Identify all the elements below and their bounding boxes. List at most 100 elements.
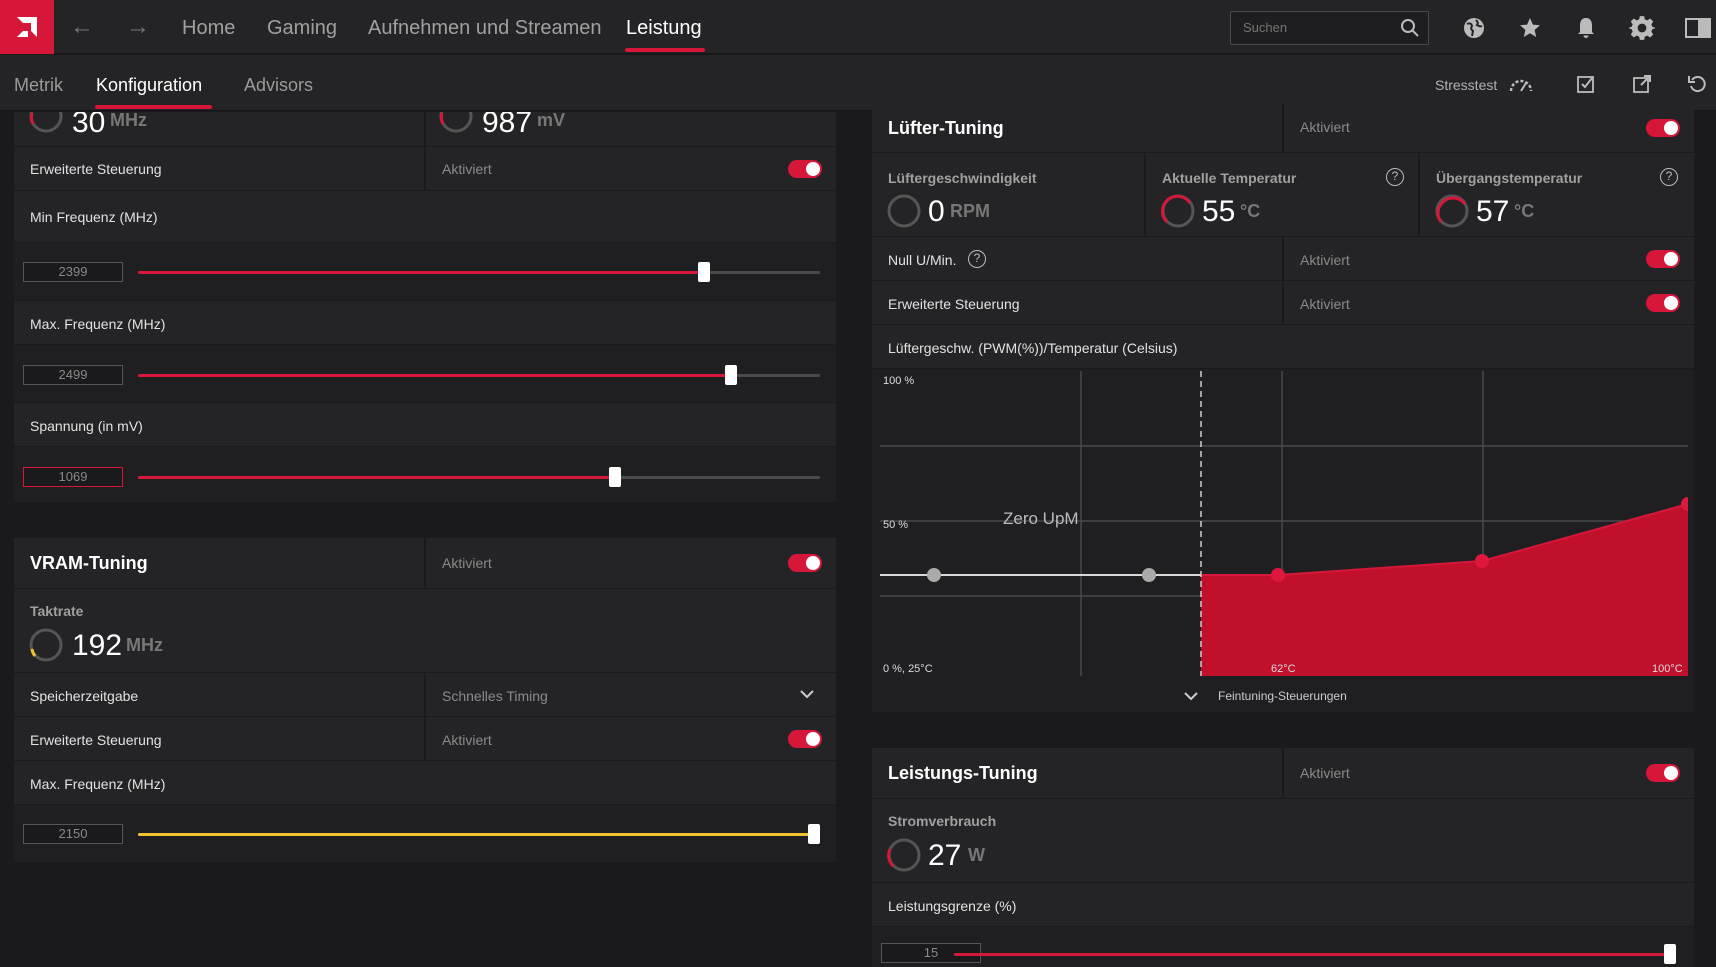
- voltage-input[interactable]: 1069: [23, 467, 123, 487]
- divider: [1282, 237, 1284, 281]
- help-icon[interactable]: ?: [1386, 168, 1404, 186]
- apply-changes-icon[interactable]: [1573, 71, 1599, 97]
- max-freq-input[interactable]: 2499: [23, 365, 123, 385]
- power-limit-slider-thumb[interactable]: [1664, 944, 1676, 964]
- curve-point-2[interactable]: [1142, 568, 1156, 582]
- reset-icon[interactable]: [1684, 71, 1710, 97]
- nav-gaming[interactable]: Gaming: [267, 17, 337, 40]
- chart-x-max-label: 100°C: [1652, 663, 1683, 675]
- max-freq-label-row: Max. Frequenz (MHz): [14, 300, 836, 344]
- amd-logo-icon[interactable]: [0, 0, 54, 54]
- max-freq-slider-thumb[interactable]: [725, 365, 738, 385]
- nav-record-stream[interactable]: Aufnehmen und Streamen: [368, 17, 602, 40]
- min-freq-slider[interactable]: [138, 262, 820, 282]
- search-icon[interactable]: [1400, 18, 1420, 43]
- tab-advisors[interactable]: Advisors: [244, 75, 313, 96]
- fan-tuning-toggle[interactable]: [1646, 119, 1680, 137]
- export-icon[interactable]: [1629, 71, 1655, 97]
- zero-rpm-toggle[interactable]: [1646, 250, 1680, 268]
- curve-point-4[interactable]: [1475, 554, 1489, 568]
- fine-tuning-controls-link[interactable]: Feintuning-Steuerungen: [1218, 689, 1347, 703]
- gpu-metrics-row: 30 MHz 987 mV: [14, 112, 836, 146]
- star-icon[interactable]: [1516, 14, 1544, 42]
- power-limit-label: Leistungsgrenze (%): [888, 898, 1017, 914]
- nav-performance[interactable]: Leistung: [626, 17, 702, 40]
- voltage-label-row: Spannung (in mV): [14, 402, 836, 446]
- vram-tuning-toggle[interactable]: [788, 554, 822, 572]
- nav-home[interactable]: Home: [182, 17, 235, 40]
- voltage-slider-thumb[interactable]: [609, 467, 622, 487]
- vram-max-freq-slider-thumb[interactable]: [808, 824, 820, 844]
- tab-metrics[interactable]: Metrik: [14, 75, 63, 96]
- vram-max-freq-label: Max. Frequenz (MHz): [30, 776, 166, 792]
- forward-arrow-icon[interactable]: →: [124, 13, 152, 41]
- max-freq-slider-row: 2499: [14, 344, 836, 402]
- divider: [424, 112, 426, 146]
- vram-max-freq-slider-row: 2150: [14, 804, 836, 862]
- fan-advanced-label: Erweiterte Steuerung: [888, 296, 1020, 312]
- chart-y-mid-label: 50 %: [883, 519, 909, 531]
- back-arrow-icon[interactable]: ←: [68, 13, 96, 41]
- curve-point-3[interactable]: [1271, 568, 1285, 582]
- tab-active-indicator: [95, 105, 212, 109]
- vram-advanced-status: Aktiviert: [442, 732, 492, 748]
- vram-title: VRAM-Tuning: [30, 553, 148, 573]
- search-box[interactable]: [1230, 11, 1429, 45]
- chevron-down-icon[interactable]: [800, 689, 814, 699]
- fan-metrics-row: Lüftergeschwindigkeit 0 RPM Aktuelle Tem…: [872, 152, 1694, 237]
- memory-timing-label: Speicherzeitgabe: [30, 688, 139, 704]
- chart-x-mid-label: 62°C: [1271, 663, 1296, 675]
- gear-icon[interactable]: [1628, 14, 1656, 42]
- curve-point-1[interactable]: [927, 568, 941, 582]
- vram-clock-row: Taktrate 192 MHz: [14, 588, 836, 672]
- chevron-down-icon[interactable]: [1184, 691, 1198, 701]
- tab-configuration[interactable]: Konfiguration: [96, 75, 202, 96]
- bell-icon[interactable]: [1572, 14, 1600, 42]
- vram-advanced-toggle[interactable]: [788, 730, 822, 748]
- help-icon[interactable]: ?: [1660, 168, 1678, 186]
- vram-advanced-label: Erweiterte Steuerung: [30, 732, 162, 748]
- vram-max-freq-input[interactable]: 2150: [23, 824, 123, 844]
- top-navigation-bar: ← → Home Gaming Aufnehmen und Streamen L…: [0, 0, 1716, 54]
- stresstest-label[interactable]: Stresstest: [1435, 77, 1497, 93]
- power-limit-slider[interactable]: [954, 944, 1676, 964]
- voltage-slider[interactable]: [138, 467, 820, 487]
- power-consumption-unit: W: [968, 845, 985, 865]
- fan-curve-label-row: Lüftergeschw. (PWM(%))/Temperatur (Celsi…: [872, 324, 1694, 368]
- fan-title: Lüfter-Tuning: [888, 118, 1004, 138]
- power-tuning-panel: Leistungs-Tuning Aktiviert Stromverbrauc…: [872, 748, 1694, 967]
- min-freq-slider-row: 2399: [14, 242, 836, 300]
- memory-timing-value[interactable]: Schnelles Timing: [442, 688, 548, 704]
- fan-curve-chart[interactable]: [880, 371, 1688, 679]
- search-input[interactable]: [1243, 20, 1393, 35]
- gpu-advanced-toggle[interactable]: [788, 160, 822, 178]
- divider: [1282, 281, 1284, 325]
- max-freq-slider[interactable]: [138, 365, 820, 385]
- fan-header-row: Lüfter-Tuning Aktiviert: [872, 104, 1694, 152]
- fan-tuning-panel: Lüfter-Tuning Aktiviert Lüftergeschwindi…: [872, 104, 1694, 712]
- help-icon[interactable]: ?: [968, 250, 986, 268]
- gauge-icon[interactable]: [1508, 71, 1534, 97]
- vram-tuning-panel: VRAM-Tuning Aktiviert Taktrate 192 MHz S…: [14, 538, 836, 862]
- vram-max-freq-slider-fill: [138, 833, 820, 836]
- vram-clock-gauge-icon: [29, 628, 63, 662]
- power-tuning-toggle[interactable]: [1646, 764, 1680, 782]
- globe-icon[interactable]: [1460, 14, 1488, 42]
- min-freq-label: Min Frequenz (MHz): [30, 209, 158, 225]
- divider: [1144, 153, 1146, 237]
- sub-navigation-bar: Metrik Konfiguration Advisors Stresstest: [0, 55, 1716, 111]
- min-freq-input[interactable]: 2399: [23, 262, 123, 282]
- power-title: Leistungs-Tuning: [888, 763, 1038, 783]
- fan-advanced-status: Aktiviert: [1300, 296, 1350, 312]
- divider: [424, 717, 426, 761]
- voltage-slider-fill: [138, 476, 616, 479]
- junction-temp-gauge-icon: [1435, 194, 1469, 228]
- sidebar-toggle-icon[interactable]: [1684, 14, 1712, 42]
- core-clock-unit: MHz: [110, 112, 147, 130]
- fan-advanced-toggle[interactable]: [1646, 294, 1680, 312]
- vram-max-freq-slider[interactable]: [138, 824, 820, 844]
- power-header-row: Leistungs-Tuning Aktiviert: [872, 748, 1694, 798]
- min-freq-slider-thumb[interactable]: [698, 262, 711, 282]
- gpu-tuning-panel: 30 MHz 987 mV Erweiterte Steuerung Aktiv…: [14, 112, 836, 502]
- min-freq-label-row: Min Frequenz (MHz): [14, 190, 836, 242]
